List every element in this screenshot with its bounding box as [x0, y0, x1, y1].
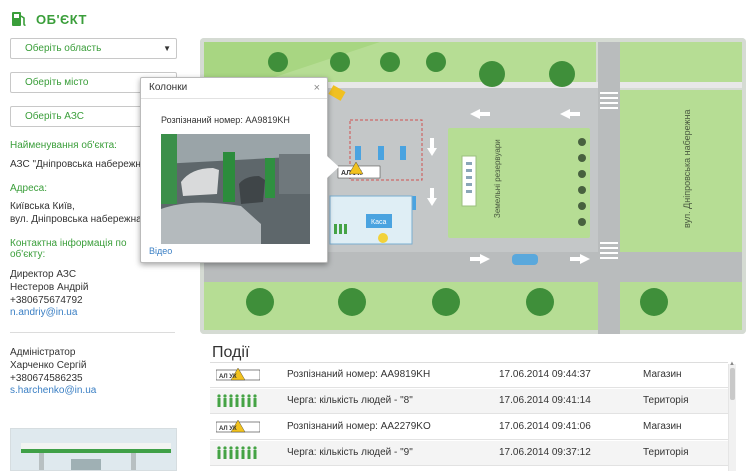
- event-time: 17.06.2014 09:44:37: [499, 369, 591, 380]
- popup-pointer: [327, 156, 339, 178]
- camera-snapshot[interactable]: [161, 134, 310, 244]
- admin-name: Харченко Сергій: [10, 360, 87, 371]
- region-select-value: Оберіть область: [25, 43, 102, 54]
- svg-text:АЛ УК: АЛ УК: [219, 426, 237, 432]
- pump-camera-popup: Колонки × Розпізнаний номер: AA9819KH Ві…: [140, 77, 339, 263]
- events-title: Події: [212, 344, 250, 361]
- table-row[interactable]: АЛ УК Розпізнаний номер: AA2279KO 17.06.…: [210, 415, 728, 440]
- video-link[interactable]: Відео: [149, 246, 172, 256]
- contacts-label-line-2: об'єкту:: [10, 249, 46, 260]
- event-time: 17.06.2014 09:41:14: [499, 395, 591, 406]
- fuel-pump-icon: [12, 12, 26, 26]
- city-select-value: Оберіть місто: [25, 77, 89, 88]
- plate-camera-icon: АЛ УК: [216, 420, 260, 433]
- table-row[interactable]: Черга: кількість людей - "8" 17.06.2014 …: [210, 389, 728, 414]
- contacts-label-line-1: Контактна інформація по: [10, 238, 127, 249]
- scroll-up-icon[interactable]: ▲: [729, 361, 735, 367]
- svg-text:АЛ УК: АЛ УК: [219, 374, 237, 380]
- kasa-label: Каса: [371, 219, 386, 226]
- camera-marker[interactable]: [378, 233, 388, 243]
- event-location: Магазин: [643, 421, 682, 432]
- director-email-link[interactable]: n.andriy@in.ua: [10, 307, 77, 318]
- admin-email-link[interactable]: s.harchenko@in.ua: [10, 385, 96, 396]
- object-name-label: Найменування об'єкта:: [10, 140, 117, 151]
- station-photo: [11, 429, 176, 470]
- station-photo-thumbnail[interactable]: [10, 428, 177, 471]
- recognized-plate-value: AA9819KH: [245, 115, 290, 125]
- event-location: Магазин: [643, 369, 682, 380]
- event-time: 17.06.2014 09:37:12: [499, 447, 591, 458]
- header: ОБ'ЄКТ: [10, 10, 87, 28]
- chevron-down-icon[interactable]: ▼: [163, 39, 171, 58]
- events-scrollbar[interactable]: ▲: [728, 361, 736, 471]
- queue-people-icon: [217, 446, 257, 459]
- popup-title: Колонки: [141, 78, 327, 99]
- region-select[interactable]: Оберіть область ▼: [10, 38, 177, 59]
- address-line-1: Київська Київ,: [10, 201, 75, 212]
- station-select-value: Оберіть АЗС: [25, 111, 85, 122]
- event-message: Черга: кількість людей - "9": [287, 447, 413, 458]
- reservoir-label: Земельні резервуари: [493, 139, 502, 218]
- close-icon[interactable]: ×: [314, 82, 320, 94]
- address-label: Адреса:: [10, 183, 47, 194]
- street-label: вул. Дніпровська набережна: [682, 109, 692, 228]
- recognized-plate-label: Розпізнаний номер:: [161, 115, 243, 125]
- plate-camera-icon: АЛ УК: [216, 368, 260, 381]
- table-row[interactable]: Черга: кількість людей - "9" 17.06.2014 …: [210, 441, 728, 466]
- queue-people-icon: [217, 394, 257, 407]
- divider: [10, 332, 175, 333]
- scrollbar-thumb[interactable]: [730, 368, 735, 400]
- director-name: Нестеров Андрій: [10, 282, 89, 293]
- admin-phone: +380674586235: [10, 373, 83, 384]
- contacts-label: Контактна інформація по об'єкту:: [10, 238, 127, 260]
- director-role: Директор АЗС: [10, 269, 77, 280]
- road-vertical: [598, 42, 620, 334]
- event-time: 17.06.2014 09:41:06: [499, 421, 591, 432]
- camera-image: [161, 134, 310, 244]
- event-location: Територія: [643, 447, 689, 458]
- event-message: Черга: кількість людей - "8": [287, 395, 413, 406]
- event-message: Розпізнаний номер: AA9819KH: [287, 369, 431, 380]
- admin-role: Адміністратор: [10, 347, 76, 358]
- director-phone: +380675674792: [10, 295, 83, 306]
- car-marker[interactable]: [512, 254, 538, 265]
- event-message: Розпізнаний номер: AA2279KO: [287, 421, 431, 432]
- page-title: ОБ'ЄКТ: [36, 11, 87, 27]
- events-table: АЛ УК Розпізнаний номер: AA9819KH 17.06.…: [210, 362, 728, 471]
- recognized-plate: Розпізнаний номер: AA9819KH: [161, 115, 290, 125]
- table-row[interactable]: АЛ УК Розпізнаний номер: AA9819KH 17.06.…: [210, 363, 728, 388]
- event-location: Територія: [643, 395, 689, 406]
